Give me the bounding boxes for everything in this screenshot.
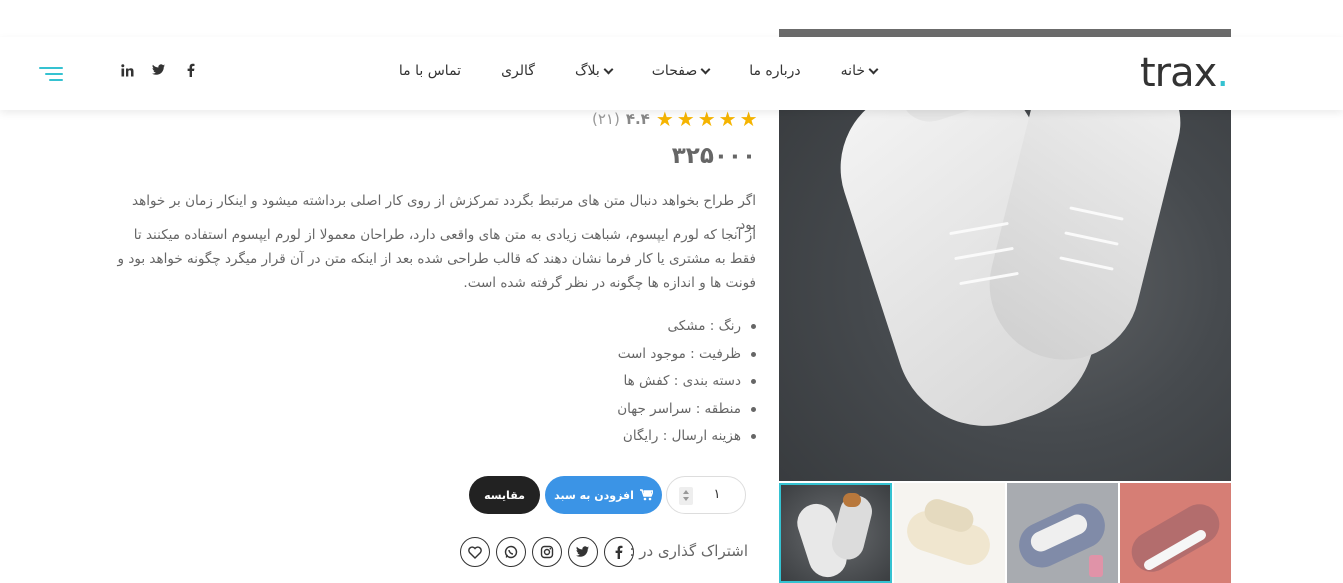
thumbnail-strip [779, 483, 1231, 583]
star-icon: ★ [676, 107, 695, 131]
twitter-icon [576, 546, 589, 557]
share-whatsapp-button[interactable] [496, 537, 526, 567]
nav-pages[interactable]: صفحات [632, 63, 729, 79]
facebook-icon [615, 545, 623, 559]
nav-blog[interactable]: بلاگ [555, 63, 632, 79]
nav-about[interactable]: درباره ما [729, 63, 820, 79]
nav-pages-label: صفحات [651, 63, 698, 79]
chevron-down-icon [603, 64, 614, 74]
quantity-stepper[interactable]: ۱ [666, 476, 746, 514]
nav-blog-label: بلاگ [574, 63, 600, 79]
main-nav: خانه درباره ما صفحات بلاگ گالری تماس با … [379, 63, 897, 79]
share-buttons [460, 537, 634, 567]
share-label: اشتراک گذاری در : [629, 542, 748, 560]
nav-home-label: خانه [840, 63, 865, 79]
spec-color: رنگ : مشکی [617, 313, 756, 341]
nav-gallery[interactable]: گالری [481, 63, 555, 79]
quantity-spinner-arrows[interactable] [679, 487, 693, 505]
spec-availability: ظرفیت : موجود است [617, 341, 756, 369]
spec-category: دسته بندی : کفش ها [617, 368, 756, 396]
thumbnail-3[interactable] [1007, 483, 1118, 583]
star-icon: ★ [718, 107, 737, 131]
twitter-icon[interactable] [152, 63, 166, 77]
product-description-long: از آنجا که لورم ایپسوم، شباهت زیادی به م… [117, 227, 756, 291]
compare-label: مقایسه [484, 488, 525, 502]
nav-home[interactable]: خانه [821, 63, 897, 79]
logo-text: trax [1140, 50, 1217, 96]
site-header: trax. خانه درباره ما صفحات بلاگ گالری تم… [0, 37, 1343, 110]
share-instagram-button[interactable] [532, 537, 562, 567]
nav-gallery-label: گالری [501, 63, 535, 79]
product-specs: رنگ : مشکی ظرفیت : موجود است دسته بندی :… [617, 313, 756, 451]
quantity-value[interactable]: ۱ [709, 487, 725, 502]
cart-icon [639, 489, 653, 501]
image-top-edge [779, 29, 1231, 37]
linkedin-icon[interactable] [120, 63, 134, 77]
nav-contact-label: تماس با ما [398, 63, 462, 79]
chevron-down-icon [700, 64, 711, 74]
rating-value: ۴.۴ [625, 110, 650, 128]
add-to-cart-button[interactable]: افزودن به سبد [545, 476, 662, 514]
rating-count: (۲۱) [592, 110, 620, 128]
share-twitter-button[interactable] [568, 537, 598, 567]
nav-about-label: درباره ما [749, 63, 801, 79]
star-icon: ★ [697, 107, 716, 131]
nav-contact[interactable]: تماس با ما [379, 63, 481, 79]
thumbnail-4[interactable] [1120, 483, 1231, 583]
product-page: ★ ★ ★ ★ ★ ۴.۴ (۲۱) ۳۲۵۰۰۰ اگر طراح بخواه… [0, 0, 1343, 583]
star-icon: ★ [655, 107, 674, 131]
facebook-icon[interactable] [184, 63, 198, 77]
header-social-links [120, 63, 198, 77]
compare-button[interactable]: مقایسه [469, 476, 540, 514]
share-wishlist-button[interactable] [460, 537, 490, 567]
site-logo[interactable]: trax. [1140, 50, 1229, 96]
add-to-cart-label: افزودن به سبد [554, 488, 634, 502]
share-facebook-button[interactable] [604, 537, 634, 567]
thumbnail-2[interactable] [894, 483, 1005, 583]
product-rating: ★ ★ ★ ★ ★ ۴.۴ (۲۱) [592, 108, 758, 130]
chevron-down-icon [868, 64, 879, 74]
spec-region: منطقه : سراسر جهان [617, 396, 756, 424]
heart-icon [468, 545, 482, 559]
whatsapp-icon [504, 545, 518, 559]
rating-stars: ★ ★ ★ ★ ★ [656, 108, 758, 130]
star-icon: ★ [739, 107, 758, 131]
menu-toggle-icon[interactable] [39, 67, 63, 85]
thumbnail-1[interactable] [779, 483, 892, 583]
spec-shipping: هزینه ارسال : رایگان [617, 423, 756, 451]
instagram-icon [540, 545, 554, 559]
product-price: ۳۲۵۰۰۰ [671, 143, 756, 169]
